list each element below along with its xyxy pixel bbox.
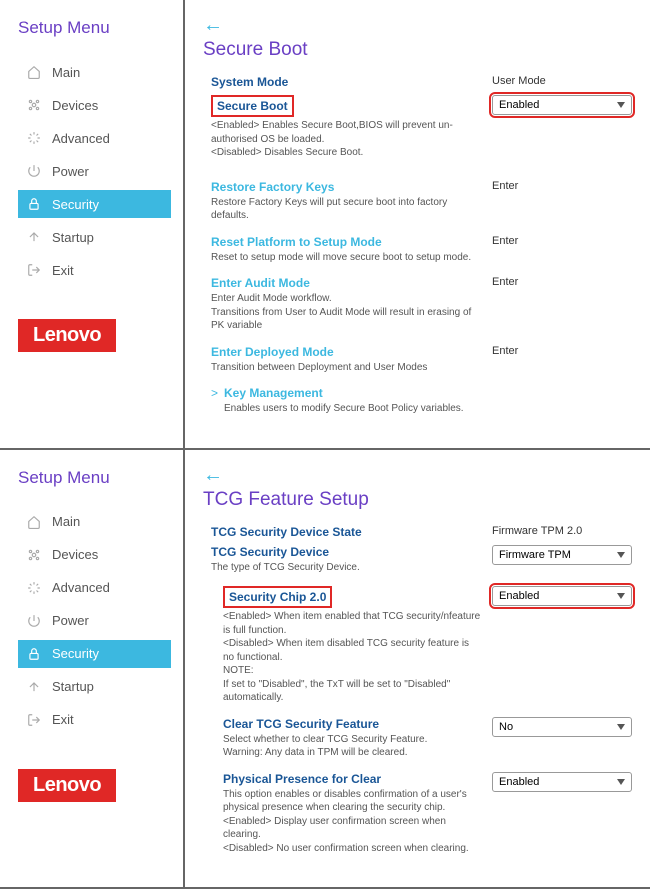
physical-presence-desc: This option enables or disables confirma… xyxy=(223,788,482,856)
audit-mode-action: Enter xyxy=(492,276,632,288)
restore-keys-action: Enter xyxy=(492,180,632,192)
sidebar-title: Setup Menu xyxy=(18,468,171,488)
secure-boot-select[interactable]: Enabled xyxy=(492,95,632,115)
sidebar: Setup Menu Main Devices Advanced Power S… xyxy=(0,450,185,888)
sidebar-item-label: Startup xyxy=(52,230,94,245)
sidebar-item-label: Power xyxy=(52,164,89,179)
sidebar-item-label: Exit xyxy=(52,263,74,278)
home-icon xyxy=(26,64,42,80)
audit-mode-desc: Enter Audit Mode workflow. Transitions f… xyxy=(211,292,482,333)
sidebar-item-security[interactable]: Security xyxy=(18,190,171,218)
advanced-icon xyxy=(26,580,42,596)
brand-logo: Lenovo xyxy=(18,769,116,802)
main-tcg: ← TCG Feature Setup TCG Security Device … xyxy=(185,450,650,888)
sidebar-item-label: Advanced xyxy=(52,131,110,146)
sidebar: Setup Menu Main Devices Advanced Power S… xyxy=(0,0,185,448)
startup-icon xyxy=(26,679,42,695)
power-icon xyxy=(26,613,42,629)
audit-mode-link[interactable]: Enter Audit Mode xyxy=(211,276,482,290)
clear-feature-label: Clear TCG Security Feature xyxy=(223,717,482,731)
sidebar-item-label: Main xyxy=(52,65,80,80)
sidebar-item-label: Advanced xyxy=(52,580,110,595)
deployed-mode-link[interactable]: Enter Deployed Mode xyxy=(211,345,482,359)
advanced-icon xyxy=(26,130,42,146)
device-state-label: TCG Security Device State xyxy=(211,525,482,539)
brand-logo: Lenovo xyxy=(18,319,116,352)
sidebar-title: Setup Menu xyxy=(18,18,171,38)
sidebar-item-main[interactable]: Main xyxy=(18,508,171,536)
security-chip-desc: <Enabled> When item enabled that TCG sec… xyxy=(223,610,482,705)
devices-icon xyxy=(26,547,42,563)
device-state-value: Firmware TPM 2.0 xyxy=(492,525,632,537)
sidebar-item-label: Security xyxy=(52,197,99,212)
sidebar-item-startup[interactable]: Startup xyxy=(18,673,171,701)
clear-feature-select[interactable]: No xyxy=(492,717,632,737)
security-chip-label: Security Chip 2.0 xyxy=(223,586,332,608)
security-icon xyxy=(26,196,42,212)
secure-boot-desc: <Enabled> Enables Secure Boot,BIOS will … xyxy=(211,119,482,160)
clear-feature-desc: Select whether to clear TCG Security Fea… xyxy=(223,733,482,760)
sidebar-item-advanced[interactable]: Advanced xyxy=(18,574,171,602)
sidebar-item-exit[interactable]: Exit xyxy=(18,256,171,284)
page-title: TCG Feature Setup xyxy=(203,489,632,511)
panel-tcg: Setup Menu Main Devices Advanced Power S… xyxy=(0,450,650,889)
system-mode-value: User Mode xyxy=(492,75,632,87)
sidebar-item-label: Devices xyxy=(52,547,98,562)
key-management-desc: Enables users to modify Secure Boot Poli… xyxy=(224,402,464,416)
key-management-link[interactable]: Key Management xyxy=(224,386,464,400)
sidebar-item-label: Devices xyxy=(52,98,98,113)
exit-icon xyxy=(26,262,42,278)
power-icon xyxy=(26,163,42,179)
startup-icon xyxy=(26,229,42,245)
main-secure-boot: ← Secure Boot System Mode User Mode Secu… xyxy=(185,0,650,448)
sidebar-item-label: Exit xyxy=(52,712,74,727)
security-icon xyxy=(26,646,42,662)
chevron-right-icon: > xyxy=(211,386,218,424)
deployed-mode-action: Enter xyxy=(492,345,632,357)
deployed-mode-desc: Transition between Deployment and User M… xyxy=(211,361,482,375)
security-device-select[interactable]: Firmware TPM xyxy=(492,545,632,565)
sidebar-item-label: Startup xyxy=(52,679,94,694)
panel-secure-boot: Setup Menu Main Devices Advanced Power S… xyxy=(0,0,650,450)
reset-platform-link[interactable]: Reset Platform to Setup Mode xyxy=(211,235,482,249)
sidebar-item-startup[interactable]: Startup xyxy=(18,223,171,251)
sidebar-item-power[interactable]: Power xyxy=(18,607,171,635)
sidebar-item-power[interactable]: Power xyxy=(18,157,171,185)
physical-presence-label: Physical Presence for Clear xyxy=(223,772,482,786)
sidebar-item-label: Main xyxy=(52,514,80,529)
security-device-label: TCG Security Device xyxy=(211,545,482,559)
back-arrow-icon[interactable]: ← xyxy=(203,464,223,487)
sidebar-item-label: Security xyxy=(52,646,99,661)
page-title: Secure Boot xyxy=(203,39,632,61)
sidebar-item-exit[interactable]: Exit xyxy=(18,706,171,734)
reset-platform-desc: Reset to setup mode will move secure boo… xyxy=(211,251,482,265)
system-mode-label: System Mode xyxy=(211,75,482,89)
sidebar-item-advanced[interactable]: Advanced xyxy=(18,124,171,152)
sidebar-item-label: Power xyxy=(52,613,89,628)
home-icon xyxy=(26,514,42,530)
restore-keys-link[interactable]: Restore Factory Keys xyxy=(211,180,482,194)
back-arrow-icon[interactable]: ← xyxy=(203,14,223,37)
secure-boot-label: Secure Boot xyxy=(211,95,294,117)
restore-keys-desc: Restore Factory Keys will put secure boo… xyxy=(211,196,482,223)
exit-icon xyxy=(26,712,42,728)
sidebar-item-security[interactable]: Security xyxy=(18,640,171,668)
reset-platform-action: Enter xyxy=(492,235,632,247)
devices-icon xyxy=(26,97,42,113)
sidebar-item-devices[interactable]: Devices xyxy=(18,91,171,119)
sidebar-item-devices[interactable]: Devices xyxy=(18,541,171,569)
sidebar-item-main[interactable]: Main xyxy=(18,58,171,86)
security-chip-select[interactable]: Enabled xyxy=(492,586,632,606)
security-device-desc: The type of TCG Security Device. xyxy=(211,561,482,575)
